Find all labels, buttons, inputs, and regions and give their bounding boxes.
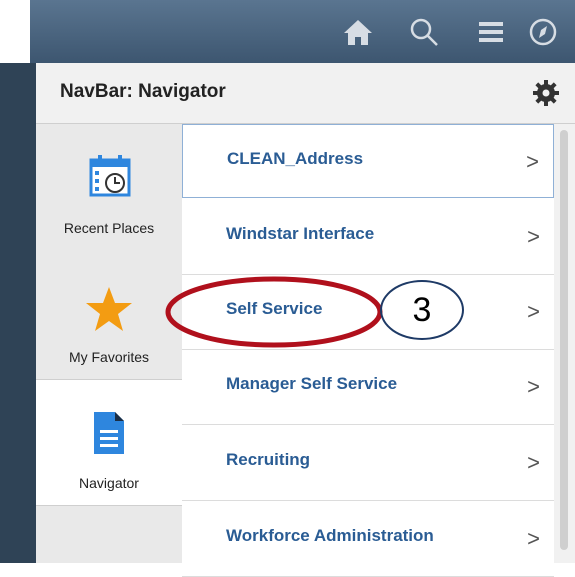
list-item-label: CLEAN_Address bbox=[227, 149, 364, 168]
panel-title: NavBar: Navigator bbox=[60, 81, 226, 102]
top-navbar bbox=[0, 0, 575, 63]
topbar-left-gap bbox=[0, 0, 30, 63]
left-edge-strip bbox=[0, 63, 36, 563]
chevron-right-icon: > bbox=[527, 299, 540, 324]
step-number-badge: 3 bbox=[380, 280, 464, 340]
compass-icon[interactable] bbox=[527, 16, 559, 48]
chevron-right-icon: > bbox=[526, 149, 539, 174]
list-item-label: Manager Self Service bbox=[226, 374, 398, 393]
list-item-clean-address[interactable]: CLEAN_Address > bbox=[182, 124, 554, 198]
highlight-oval bbox=[165, 276, 383, 348]
menu-icon[interactable] bbox=[475, 16, 507, 48]
chevron-right-icon: > bbox=[527, 450, 540, 475]
tab-my-favorites[interactable]: My Favorites bbox=[36, 249, 182, 379]
chevron-right-icon: > bbox=[527, 526, 540, 551]
list-item-label: Recruiting bbox=[226, 450, 311, 469]
side-tabs: Recent Places My Favorites Navigator bbox=[36, 124, 183, 563]
scrollbar-thumb[interactable] bbox=[560, 130, 568, 550]
star-icon bbox=[86, 287, 132, 331]
chevron-right-icon: > bbox=[527, 374, 540, 399]
tab-label: Recent Places bbox=[63, 220, 155, 236]
scrollbar[interactable] bbox=[554, 124, 575, 563]
list-item-recruiting[interactable]: Recruiting > bbox=[182, 426, 554, 501]
document-icon bbox=[94, 412, 124, 454]
chevron-right-icon: > bbox=[527, 224, 540, 249]
tab-recent-places[interactable]: Recent Places bbox=[36, 124, 182, 249]
list-item-workforce-administration[interactable]: Workforce Administration > bbox=[182, 502, 554, 577]
calendar-clock-icon bbox=[89, 155, 131, 197]
tab-label: My Favorites bbox=[68, 349, 150, 365]
home-icon[interactable] bbox=[342, 16, 374, 48]
panel-header: NavBar: Navigator bbox=[36, 63, 575, 124]
tab-navigator[interactable]: Navigator bbox=[36, 379, 182, 506]
list-item-label: Workforce Administration bbox=[226, 526, 434, 545]
search-icon[interactable] bbox=[408, 16, 440, 48]
list-item-manager-self-service[interactable]: Manager Self Service > bbox=[182, 350, 554, 425]
list-item-windstar-interface[interactable]: Windstar Interface > bbox=[182, 200, 554, 275]
gear-icon[interactable] bbox=[532, 79, 560, 107]
tab-label: Navigator bbox=[79, 475, 139, 491]
list-item-label: Windstar Interface bbox=[226, 224, 375, 243]
